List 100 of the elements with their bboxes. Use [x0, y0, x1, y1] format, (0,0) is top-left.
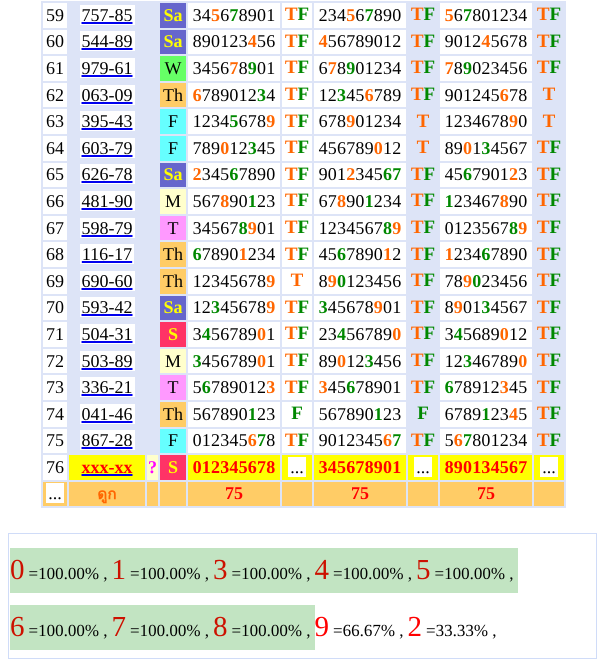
digit-percentage: 0=100.00% ,: [10, 548, 112, 594]
result-link[interactable]: 603-79: [80, 138, 134, 158]
day-cell: Th: [160, 268, 186, 294]
number-sequence: 123456789: [192, 297, 276, 318]
day-cell: S: [160, 455, 186, 480]
ellipsis-text: ...: [414, 456, 432, 477]
result-mark: TF: [536, 323, 562, 344]
result-mark: T: [542, 84, 556, 106]
result-mark: TF: [410, 57, 436, 78]
number-sequence: 345678901: [318, 456, 402, 477]
result-mark: TF: [284, 30, 310, 52]
day-cell: W: [160, 56, 186, 81]
result-link[interactable]: 598-79: [80, 218, 134, 238]
result-mark: TF: [410, 30, 436, 52]
number-sequence: 890123456: [318, 350, 402, 371]
number-sequence: 123456789: [318, 84, 402, 105]
number-sequence: 123456789: [192, 111, 276, 132]
ellipsis-text: ...: [46, 483, 64, 504]
result-mark: T: [416, 110, 430, 132]
result-mark: TF: [284, 376, 310, 398]
number-sequence: 890123456: [192, 31, 276, 52]
number-sequence: 123467890: [444, 111, 528, 132]
day-cell: Th: [160, 82, 186, 108]
result-mark: TF: [536, 430, 562, 451]
result-mark: F: [291, 403, 303, 424]
result-mark: TF: [284, 110, 310, 132]
number-sequence: 123467890: [444, 350, 528, 371]
result-link[interactable]: 503-89: [80, 350, 134, 371]
result-mark: F: [417, 403, 429, 424]
result-mark: TF: [536, 296, 562, 318]
ellipsis-text: ...: [288, 456, 306, 477]
result-mark: TF: [410, 430, 436, 451]
result-mark: TF: [410, 350, 436, 372]
result-mark: TF: [284, 323, 310, 344]
total-count: 75: [225, 483, 243, 504]
day-cell: Sa: [160, 3, 186, 28]
result-mark: T: [290, 270, 304, 292]
result-mark: TF: [284, 430, 310, 451]
day-cell: M: [160, 189, 186, 214]
number-sequence: 678912345: [444, 377, 528, 398]
number-sequence: 567890123: [192, 190, 276, 211]
result-mark: TF: [536, 350, 562, 372]
result-link[interactable]: 979-61: [80, 58, 134, 78]
result-mark: TF: [536, 190, 562, 212]
number-sequence: 123456789: [192, 270, 276, 291]
row-number: 73: [46, 377, 64, 398]
result-mark: TF: [284, 217, 310, 238]
result-link[interactable]: 593-42: [80, 297, 134, 318]
row-number: 64: [46, 138, 64, 158]
result-link[interactable]: 395-43: [80, 111, 134, 132]
row-number: 71: [46, 324, 64, 344]
result-mark: TF: [410, 244, 436, 265]
result-mark: TF: [284, 296, 310, 318]
result-mark: TF: [536, 137, 562, 158]
row-number: 60: [46, 31, 64, 52]
result-mark: TF: [410, 4, 436, 26]
row-number: 74: [46, 404, 64, 424]
number-sequence: 890134567: [444, 138, 528, 158]
row-number: 75: [46, 430, 64, 450]
day-cell: Th: [160, 402, 186, 426]
number-sequence: 012345678: [192, 456, 276, 477]
result-link[interactable]: 336-21: [80, 377, 134, 398]
result-link[interactable]: 481-90: [80, 190, 134, 211]
number-sequence: 345678901: [318, 377, 402, 398]
result-mark: TF: [284, 84, 310, 106]
number-sequence: 678901234: [318, 111, 402, 132]
result-link[interactable]: 626-78: [80, 164, 134, 184]
result-link[interactable]: 690-60: [80, 270, 134, 291]
number-sequence: 901245678: [444, 84, 528, 105]
result-link[interactable]: 867-28: [80, 430, 134, 450]
result-mark: TF: [536, 376, 562, 398]
row-number: 68: [46, 244, 64, 264]
number-sequence: 901234567: [318, 430, 402, 450]
day-cell: F: [160, 109, 186, 134]
row-number: 66: [46, 190, 64, 211]
result-mark: TF: [536, 164, 562, 185]
number-sequence: 123456789: [318, 218, 402, 238]
number-sequence: 345678901: [192, 58, 276, 78]
question-mark: ?: [148, 456, 157, 477]
digit-percentage: 7=100.00% ,: [112, 605, 213, 650]
number-sequence: 678912345: [444, 404, 528, 424]
number-sequence: 678901234: [318, 190, 402, 211]
day-cell: F: [160, 136, 186, 161]
result-link[interactable]: 544-89: [80, 31, 134, 52]
number-sequence: 345689012: [444, 324, 528, 344]
result-link[interactable]: 116-17: [80, 244, 134, 264]
number-sequence: 345678901: [318, 297, 402, 318]
result-mark: TF: [284, 190, 310, 212]
number-sequence: 345678901: [192, 324, 276, 344]
number-sequence: 890134567: [444, 297, 528, 318]
number-sequence: 789023456: [444, 58, 528, 78]
result-link[interactable]: 063-09: [80, 84, 134, 105]
day-cell: Sa: [160, 30, 186, 54]
number-sequence: 123467890: [444, 190, 528, 211]
result-link[interactable]: 757-85: [80, 4, 134, 25]
number-sequence: 901234567: [318, 164, 402, 184]
row-number: 59: [46, 4, 64, 25]
result-link[interactable]: 041-46: [80, 404, 134, 424]
result-link[interactable]: 504-31: [80, 324, 134, 344]
result-mark: TF: [284, 4, 310, 26]
